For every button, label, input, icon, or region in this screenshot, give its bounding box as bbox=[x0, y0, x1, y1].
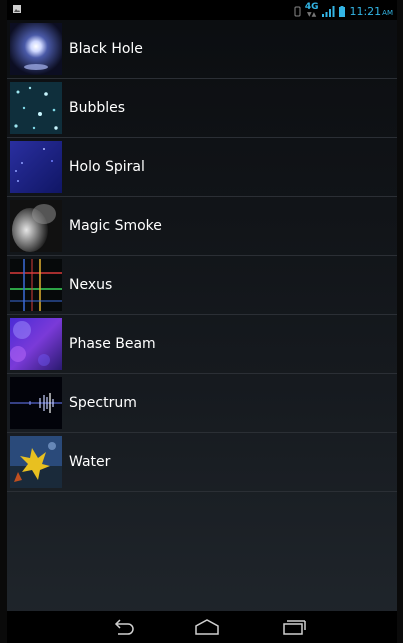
wallpaper-name: Nexus bbox=[69, 277, 113, 293]
list-item-magic-smoke[interactable]: Magic Smoke bbox=[7, 197, 397, 256]
list-item-water[interactable]: Water bbox=[7, 433, 397, 492]
wallpaper-name: Holo Spiral bbox=[69, 159, 145, 175]
wallpaper-name: Magic Smoke bbox=[69, 218, 162, 234]
wallpaper-name: Spectrum bbox=[69, 395, 137, 411]
list-item-nexus[interactable]: Nexus bbox=[7, 256, 397, 315]
recent-apps-icon[interactable] bbox=[280, 618, 308, 636]
spectrum-thumbnail bbox=[10, 377, 62, 429]
water-thumbnail bbox=[10, 436, 62, 488]
list-item-spectrum[interactable]: Spectrum bbox=[7, 374, 397, 433]
back-icon[interactable] bbox=[110, 618, 138, 636]
phase-beam-thumbnail bbox=[10, 318, 62, 370]
list-item-phase-beam[interactable]: Phase Beam bbox=[7, 315, 397, 374]
list-item-bubbles[interactable]: Bubbles bbox=[7, 79, 397, 138]
network-type-indicator: 4G ▼▲ bbox=[304, 2, 319, 19]
picture-notification-icon bbox=[13, 5, 21, 13]
bubbles-thumbnail bbox=[10, 82, 62, 134]
live-wallpaper-picker: 4G ▼▲ 11:21AM Black Hole Bubbles Holo Sp… bbox=[7, 0, 397, 643]
clock: 11:21AM bbox=[349, 4, 393, 18]
signal-strength-icon bbox=[322, 5, 335, 17]
vibrate-icon bbox=[294, 6, 301, 16]
wallpaper-list: Black Hole Bubbles Holo Spiral Magic Smo… bbox=[7, 20, 397, 492]
black-hole-thumbnail bbox=[10, 23, 62, 75]
holo-spiral-thumbnail bbox=[10, 141, 62, 193]
wallpaper-name: Bubbles bbox=[69, 100, 126, 116]
battery-icon bbox=[339, 5, 346, 17]
status-bar: 4G ▼▲ 11:21AM bbox=[7, 0, 397, 20]
list-item-black-hole[interactable]: Black Hole bbox=[7, 20, 397, 79]
magic-smoke-thumbnail bbox=[10, 200, 62, 252]
status-icons: 4G ▼▲ 11:21AM bbox=[294, 3, 393, 19]
wallpaper-name: Black Hole bbox=[69, 41, 143, 57]
wallpaper-name: Water bbox=[69, 454, 111, 470]
list-item-holo-spiral[interactable]: Holo Spiral bbox=[7, 138, 397, 197]
nexus-thumbnail bbox=[10, 259, 62, 311]
navigation-bar bbox=[7, 611, 397, 643]
home-icon[interactable] bbox=[193, 618, 221, 636]
wallpaper-name: Phase Beam bbox=[69, 336, 156, 352]
